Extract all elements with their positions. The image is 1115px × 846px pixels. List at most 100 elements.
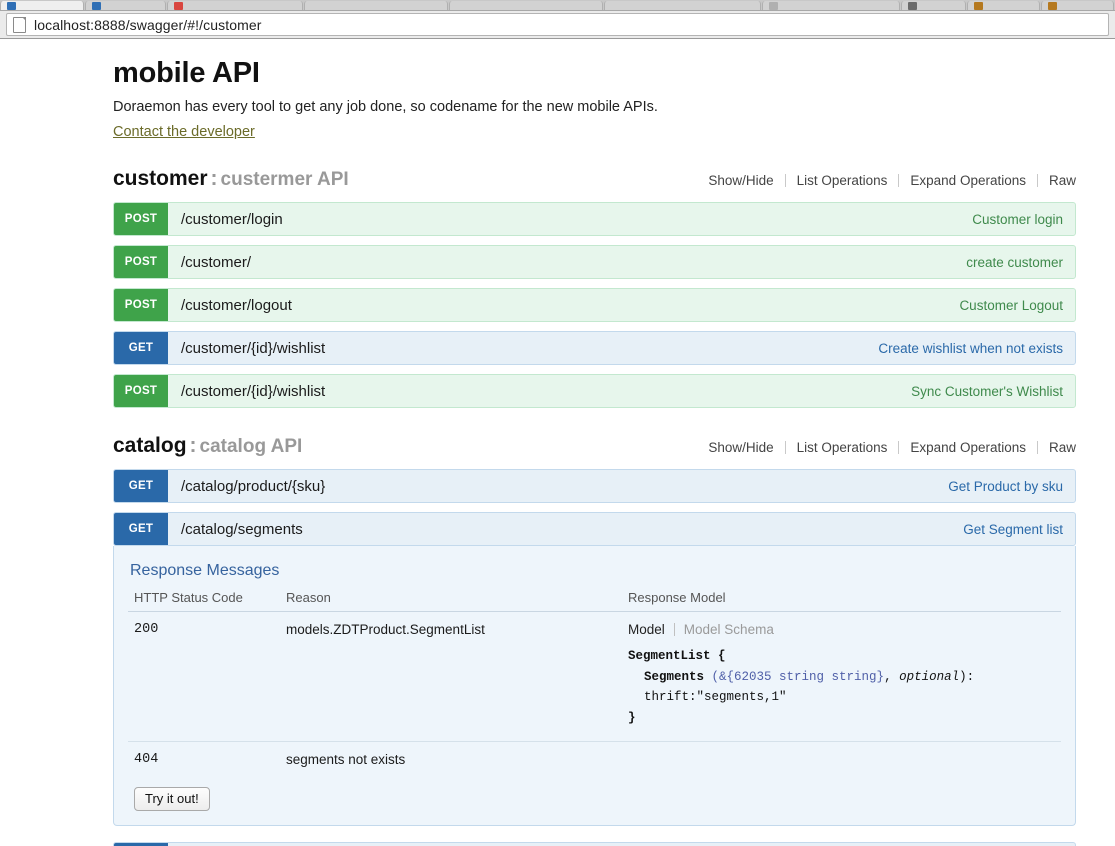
swagger-content: mobile API Doraemon has every tool to ge… [113, 39, 1076, 846]
endpoint-path[interactable]: /customer/{id}/wishlist [168, 332, 878, 364]
tab-favicon-icon [7, 2, 16, 10]
reason-cell: models.ZDTProduct.SegmentList [280, 612, 622, 742]
browser-chrome: localhost:8888/swagger/#!/customer [0, 0, 1115, 39]
table-header-row: HTTP Status Code Reason Response Model [128, 590, 1061, 612]
table-row: 200 models.ZDTProduct.SegmentList Model … [128, 612, 1061, 742]
endpoint-customer-logout: POST /customer/logout Customer Logout [113, 288, 1076, 322]
column-header-model: Response Model [622, 590, 1061, 612]
tab-favicon-icon [769, 2, 778, 10]
tab-favicon-icon [1048, 2, 1057, 10]
browser-tab[interactable] [762, 1, 900, 10]
endpoint-path[interactable]: /customer/logout [168, 289, 959, 321]
page-title: mobile API [113, 57, 1076, 90]
table-row: 404 segments not exists [128, 741, 1061, 779]
tab-model[interactable]: Model [628, 622, 674, 637]
endpoint-row[interactable]: POST /customer/{id}/wishlist Sync Custom… [113, 374, 1076, 408]
list-operations-link[interactable]: List Operations [786, 173, 899, 188]
endpoint-row[interactable]: GET /catalog/segments Get Segment list [113, 512, 1076, 546]
endpoint-summary[interactable]: Sync Customer's Wishlist [911, 375, 1075, 407]
endpoint-row[interactable]: POST /customer/logout Customer Logout [113, 288, 1076, 322]
endpoint-path[interactable]: /customer/{id}/wishlist [168, 375, 911, 407]
tab-favicon-icon [174, 2, 183, 10]
endpoint-row[interactable]: POST /customer/ create customer [113, 245, 1076, 279]
show-hide-link[interactable]: Show/Hide [697, 173, 784, 188]
resource-separator: : [211, 167, 218, 190]
tab-favicon-icon [92, 2, 101, 10]
browser-tab[interactable] [449, 1, 602, 10]
http-method-badge: POST [114, 203, 168, 235]
endpoint-path[interactable]: /catalog/segments [168, 513, 963, 545]
endpoint-catalog-product-sku: GET /catalog/product/{sku} Get Product b… [113, 469, 1076, 503]
browser-tab[interactable] [1041, 1, 1114, 10]
endpoint-customer-create: POST /customer/ create customer [113, 245, 1076, 279]
column-header-reason: Reason [280, 590, 622, 612]
endpoint-summary[interactable]: Get Product by sku [948, 470, 1075, 502]
browser-tab[interactable] [0, 1, 84, 10]
resource-options-catalog: Show/Hide List Operations Expand Operati… [697, 440, 1076, 455]
endpoint-row[interactable]: GET /customer/{id}/wishlist Create wishl… [113, 331, 1076, 365]
schema-close: } [628, 711, 636, 725]
resource-description: custermer API [221, 169, 349, 190]
endpoint-summary[interactable]: Get Segment list [963, 513, 1075, 545]
url-input[interactable]: localhost:8888/swagger/#!/customer [6, 13, 1109, 36]
resource-title-catalog[interactable]: catalog:catalog API [113, 434, 302, 458]
browser-tab-strip[interactable] [0, 0, 1115, 11]
browser-tab[interactable] [167, 1, 303, 10]
swagger-ui-page: mobile API Doraemon has every tool to ge… [0, 39, 1115, 846]
browser-tab[interactable] [304, 1, 448, 10]
resource-title-customer[interactable]: customer:custermer API [113, 167, 349, 191]
response-messages-table: HTTP Status Code Reason Response Model 2… [128, 590, 1061, 779]
expand-operations-link[interactable]: Expand Operations [899, 173, 1037, 188]
endpoint-path[interactable]: /catalog/product/{sku} [168, 470, 948, 502]
response-messages-title: Response Messages [130, 562, 1061, 580]
schema-field-line: Segments (&{62035 string string}, option… [628, 667, 1055, 708]
http-method-badge: GET [114, 843, 168, 846]
schema-field-optional: optional [899, 670, 959, 684]
resource-header-customer: customer:custermer API Show/Hide List Op… [113, 167, 1076, 193]
resource-header-catalog: catalog:catalog API Show/Hide List Opera… [113, 434, 1076, 460]
endpoint-summary[interactable]: Customer login [972, 203, 1075, 235]
api-description: Doraemon has every tool to get any job d… [113, 99, 1076, 115]
endpoint-summary[interactable]: Get Brand list [981, 843, 1075, 846]
endpoint-customer-wishlist-post: POST /customer/{id}/wishlist Sync Custom… [113, 374, 1076, 408]
endpoint-customer-login: POST /customer/login Customer login [113, 202, 1076, 236]
endpoint-summary[interactable]: Customer Logout [959, 289, 1075, 321]
endpoint-row[interactable]: GET /catalog/product/{sku} Get Product b… [113, 469, 1076, 503]
endpoint-row[interactable]: POST /customer/login Customer login [113, 202, 1076, 236]
resource-separator: : [190, 434, 197, 457]
model-schema-body: SegmentList { Segments (&{62035 string s… [628, 646, 1055, 729]
endpoint-path[interactable]: /catalog/brands [168, 843, 981, 846]
show-hide-link[interactable]: Show/Hide [697, 440, 784, 455]
tab-favicon-icon [974, 2, 983, 10]
endpoint-path[interactable]: /customer/ [168, 246, 966, 278]
list-operations-link[interactable]: List Operations [786, 440, 899, 455]
endpoint-catalog-brands: GET /catalog/brands Get Brand list [113, 842, 1076, 846]
try-it-out-button[interactable]: Try it out! [134, 787, 210, 811]
browser-tab[interactable] [967, 1, 1040, 10]
endpoint-row[interactable]: GET /catalog/brands Get Brand list [113, 842, 1076, 846]
url-text: localhost:8888/swagger/#!/customer [34, 17, 262, 33]
endpoint-summary[interactable]: Create wishlist when not exists [878, 332, 1075, 364]
schema-open: SegmentList { [628, 649, 726, 663]
resource-name: customer [113, 167, 208, 190]
endpoint-summary[interactable]: create customer [966, 246, 1075, 278]
contact-developer-link[interactable]: Contact the developer [113, 124, 255, 140]
http-method-badge: POST [114, 289, 168, 321]
column-header-status: HTTP Status Code [128, 590, 280, 612]
operation-details-panel: Response Messages HTTP Status Code Reaso… [113, 546, 1076, 826]
resource-options-customer: Show/Hide List Operations Expand Operati… [697, 173, 1076, 188]
browser-tab[interactable] [85, 1, 166, 10]
expand-operations-link[interactable]: Expand Operations [899, 440, 1037, 455]
page-icon [13, 17, 26, 33]
raw-link[interactable]: Raw [1038, 173, 1076, 188]
http-method-badge: POST [114, 375, 168, 407]
endpoint-catalog-segments: GET /catalog/segments Get Segment list R… [113, 512, 1076, 826]
resource-description: catalog API [200, 436, 303, 457]
endpoint-customer-wishlist-get: GET /customer/{id}/wishlist Create wishl… [113, 331, 1076, 365]
raw-link[interactable]: Raw [1038, 440, 1076, 455]
browser-tab[interactable] [901, 1, 966, 10]
http-method-badge: GET [114, 332, 168, 364]
endpoint-path[interactable]: /customer/login [168, 203, 972, 235]
browser-tab[interactable] [604, 1, 761, 10]
tab-model-schema[interactable]: Model Schema [675, 622, 774, 637]
